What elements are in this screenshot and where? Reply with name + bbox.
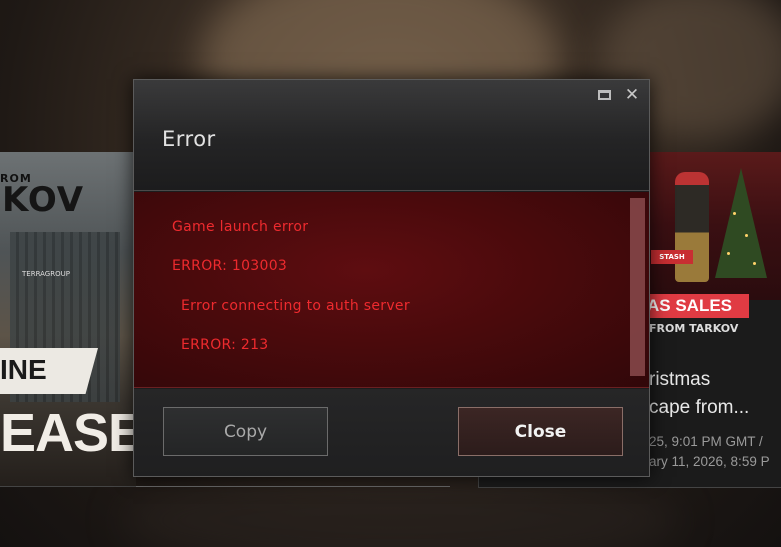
stash-badge: STASH bbox=[651, 250, 693, 264]
close-window-button[interactable]: ✕ bbox=[621, 86, 643, 104]
game-logo-small-right: FROM TARKOV bbox=[649, 322, 739, 335]
maximize-icon bbox=[597, 90, 611, 100]
character-figure bbox=[675, 172, 709, 282]
tree-light bbox=[745, 234, 748, 237]
scrollbar-thumb[interactable] bbox=[630, 198, 645, 376]
news-title-line: cape from... bbox=[649, 397, 750, 418]
news-date-line: ary 11, 2026, 8:59 P bbox=[649, 454, 770, 469]
copy-button[interactable]: Copy bbox=[163, 407, 328, 456]
error-code-line: ERROR: 103003 bbox=[172, 258, 288, 274]
news-card-left[interactable]: ROM KOV TERRAGROUP INE EASE bbox=[0, 152, 136, 487]
sales-banner: AS SALES bbox=[649, 294, 749, 318]
dialog-title: Error bbox=[162, 127, 216, 151]
news-card-right-title[interactable]: ristmas cape from... bbox=[649, 366, 781, 422]
tree-light bbox=[753, 262, 756, 265]
news-card-right-image: STASH bbox=[649, 152, 781, 300]
card-divider bbox=[136, 486, 450, 487]
close-icon: ✕ bbox=[624, 84, 640, 105]
error-message-line: Error connecting to auth server bbox=[181, 298, 410, 314]
tree-light bbox=[733, 212, 736, 215]
news-card-left-headline: EASE bbox=[0, 403, 136, 463]
dialog-header: ✕ Error bbox=[134, 80, 649, 191]
error-dialog: ✕ Error Game launch error ERROR: 103003 … bbox=[133, 79, 650, 477]
news-title-line: ristmas bbox=[649, 369, 711, 390]
error-panel-scrollbar[interactable] bbox=[630, 198, 645, 382]
christmas-tree-graphic bbox=[715, 168, 767, 278]
tree-light bbox=[727, 252, 730, 255]
close-button[interactable]: Close bbox=[458, 407, 623, 456]
error-code-line: ERROR: 213 bbox=[181, 337, 269, 353]
news-card-right-date: 25, 9:01 PM GMT / ary 11, 2026, 8:59 P bbox=[649, 432, 781, 472]
news-date-line: 25, 9:01 PM GMT / bbox=[649, 434, 763, 449]
error-message-panel: Game launch error ERROR: 103003 Error co… bbox=[134, 192, 649, 388]
error-message-line: Game launch error bbox=[172, 219, 309, 235]
game-logo: KOV bbox=[2, 180, 85, 220]
ribbon-text: INE bbox=[0, 354, 47, 385]
dialog-footer: Copy Close bbox=[134, 389, 649, 476]
maximize-button[interactable] bbox=[593, 86, 615, 104]
terragroup-label: TERRAGROUP bbox=[22, 270, 70, 278]
window-controls: ✕ bbox=[593, 86, 643, 104]
